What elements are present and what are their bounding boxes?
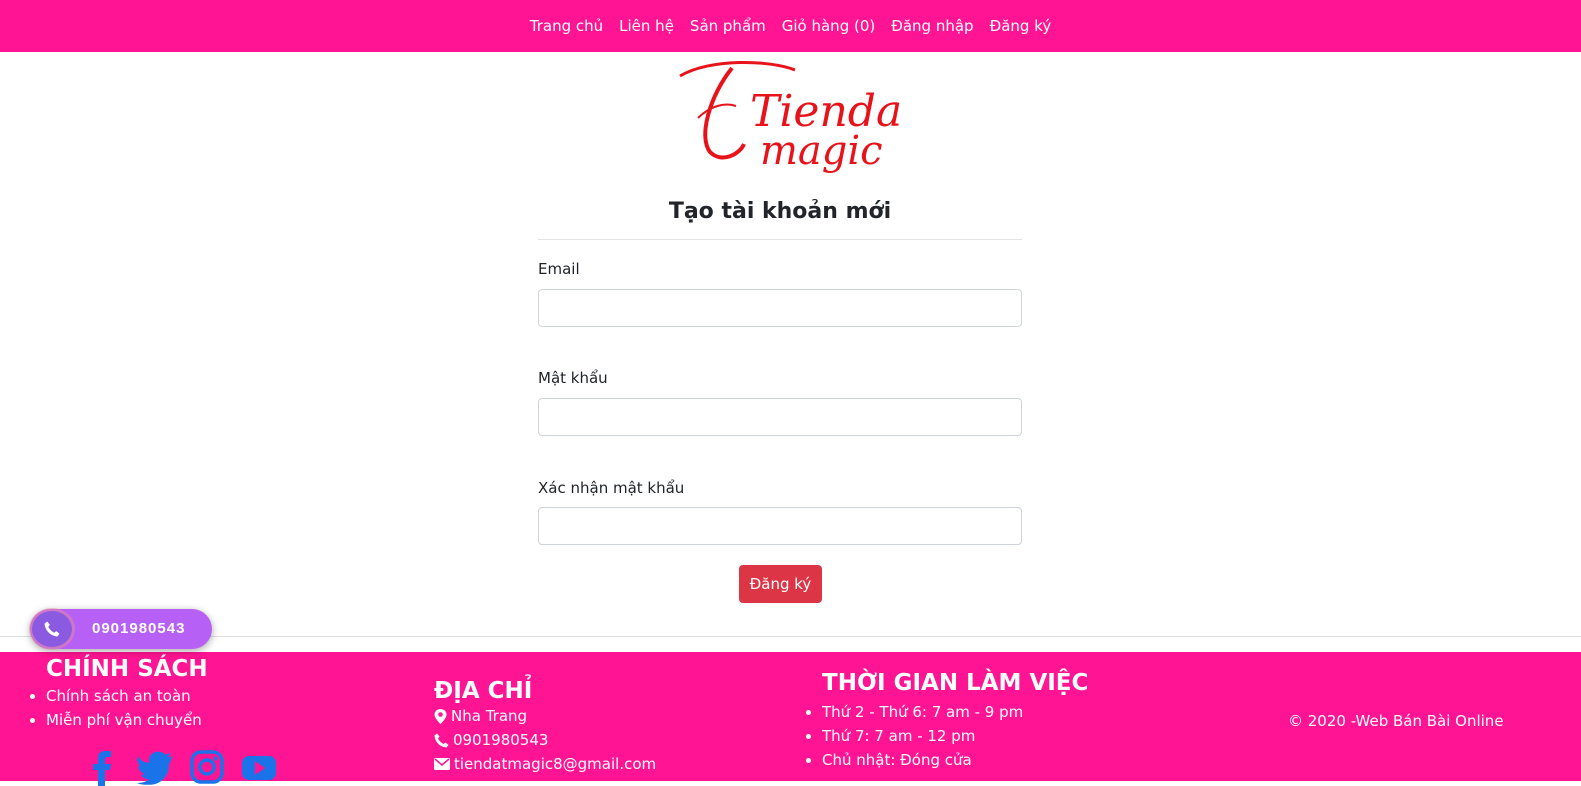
policy-heading: CHÍNH SÁCH	[46, 656, 208, 682]
register-submit-button[interactable]: Đăng ký	[739, 565, 822, 603]
confirm-password-input[interactable]	[538, 507, 1022, 545]
hours-sunday: Chủ nhật: Đóng cửa	[822, 748, 1088, 772]
confirm-password-label: Xác nhận mật khẩu	[538, 479, 685, 497]
nav-products[interactable]: Sản phẩm	[690, 17, 766, 35]
address-phone-text[interactable]: 0901980543	[453, 728, 548, 752]
site-logo[interactable]: Tiendat magic	[670, 56, 920, 180]
hours-heading: THỜI GIAN LÀM VIỆC	[822, 670, 1089, 696]
nav-login[interactable]: Đăng nhập	[891, 17, 973, 35]
logo-text-magic: magic	[760, 128, 883, 174]
password-label: Mật khẩu	[538, 369, 608, 387]
envelope-icon	[434, 758, 450, 770]
nav-register[interactable]: Đăng ký	[990, 17, 1052, 35]
youtube-icon[interactable]	[240, 748, 278, 786]
facebook-icon[interactable]	[84, 748, 122, 786]
call-phone-number: 0901980543	[92, 620, 186, 637]
policy-item-free-shipping[interactable]: Miễn phí vận chuyển	[46, 708, 208, 732]
phone-icon	[434, 733, 449, 747]
site-footer: CHÍNH SÁCH Chính sách an toàn Miễn phí v…	[0, 652, 1581, 786]
address-phone: 0901980543	[434, 728, 656, 752]
email-input[interactable]	[538, 289, 1022, 327]
password-input[interactable]	[538, 398, 1022, 436]
twitter-icon[interactable]	[136, 748, 174, 786]
policy-item-safety[interactable]: Chính sách an toàn	[46, 684, 208, 708]
map-marker-icon	[434, 708, 447, 724]
nav-cart[interactable]: Giỏ hàng (0)	[782, 17, 875, 35]
address-email-text[interactable]: tiendatmagic8@gmail.com	[454, 752, 656, 776]
footer-divider	[0, 636, 1581, 637]
hours-weekday: Thứ 2 - Thứ 6: 7 am - 9 pm	[822, 700, 1088, 724]
social-links	[84, 748, 278, 786]
instagram-icon[interactable]	[188, 748, 226, 786]
footer-policy-column: CHÍNH SÁCH Chính sách an toàn Miễn phí v…	[28, 656, 208, 732]
footer-address-column: ĐỊA CHỈ Nha Trang 0901980543 tiendatmagi…	[434, 678, 656, 776]
register-form: Tạo tài khoản mới Email Mật khẩu Xác nhậ…	[538, 190, 1022, 603]
phone-icon	[44, 621, 60, 637]
hours-saturday: Thứ 7: 7 am - 12 pm	[822, 724, 1088, 748]
address-email: tiendatmagic8@gmail.com	[434, 752, 656, 776]
top-navbar: Trang chủ Liên hệ Sản phẩm Giỏ hàng (0) …	[0, 0, 1581, 52]
address-location: Nha Trang	[434, 704, 656, 728]
nav-contact[interactable]: Liên hệ	[619, 17, 674, 35]
logo-graphic: Tiendat magic	[679, 61, 920, 174]
footer-hours-column: THỜI GIAN LÀM VIỆC Thứ 2 - Thứ 6: 7 am -…	[804, 670, 1088, 772]
address-location-text: Nha Trang	[451, 707, 528, 725]
address-heading: ĐỊA CHỈ	[434, 678, 533, 704]
call-icon-circle	[32, 611, 72, 647]
floating-call-button[interactable]: 0901980543	[30, 609, 212, 649]
email-label: Email	[538, 260, 580, 278]
copyright-text: © 2020 -Web Bán Bài Online	[1288, 712, 1504, 730]
form-title: Tạo tài khoản mới	[538, 190, 1022, 240]
nav-home[interactable]: Trang chủ	[530, 17, 603, 35]
